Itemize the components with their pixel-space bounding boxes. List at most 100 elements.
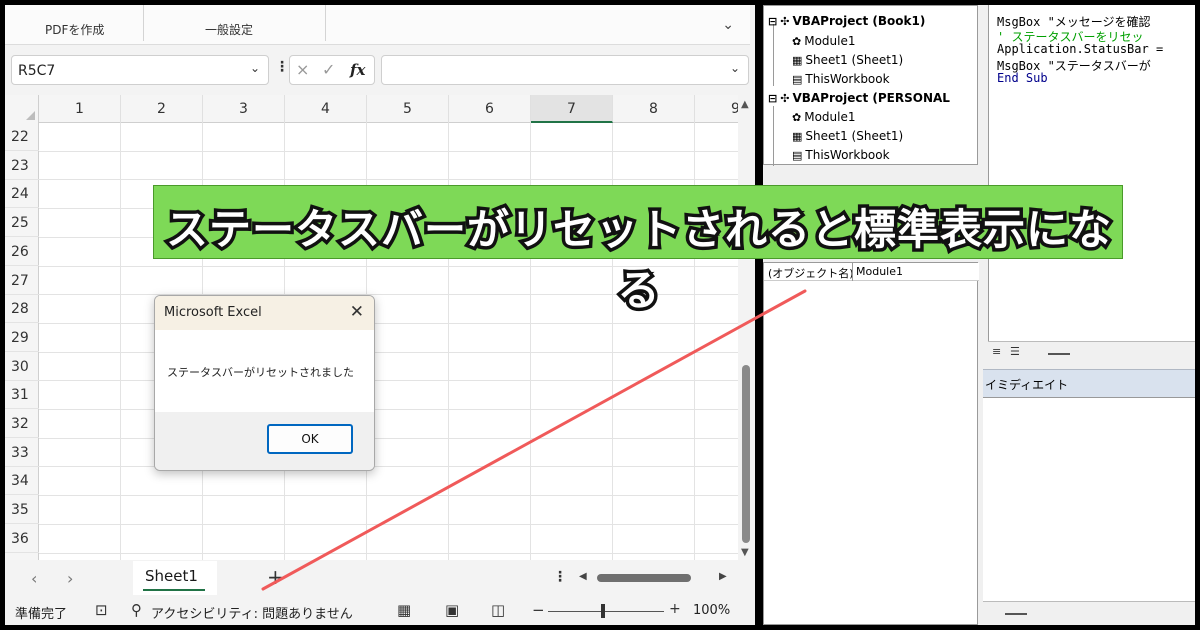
ribbon-separator: [143, 5, 144, 41]
row-header[interactable]: 27: [5, 267, 39, 295]
accessibility-icon[interactable]: ⚲: [131, 601, 142, 619]
column-header[interactable]: 5: [367, 95, 449, 123]
grid-line: [39, 409, 738, 410]
tree-connector: [773, 24, 774, 86]
scroll-thumb[interactable]: [597, 574, 691, 582]
row-header[interactable]: 23: [5, 152, 39, 180]
scroll-left-icon[interactable]: ◀: [579, 571, 587, 582]
ribbon-pdf-group-label[interactable]: PDFを作成: [45, 21, 104, 38]
scroll-thumb[interactable]: [1048, 353, 1070, 355]
ok-button[interactable]: OK: [267, 424, 353, 454]
zoom-out-button[interactable]: −: [532, 601, 545, 619]
annotation-banner-text: ステータスバーがリセットされると標準表示になる: [162, 202, 1114, 319]
module-icon: ✿: [792, 35, 802, 48]
ribbon-separator: [325, 5, 326, 41]
name-box-value: R5C7: [18, 63, 56, 79]
ribbon: PDFを作成 一般設定 ⌄: [5, 5, 750, 45]
chevron-right-icon[interactable]: ›: [67, 569, 73, 588]
grid-line: [39, 150, 738, 152]
name-box[interactable]: R5C7 ⌄: [11, 55, 269, 85]
tree-item-module1[interactable]: ✿ Module1: [792, 110, 856, 124]
zoom-level[interactable]: 100%: [693, 603, 730, 618]
column-header[interactable]: 1: [39, 95, 121, 123]
column-header[interactable]: 8: [613, 95, 695, 123]
zoom-in-button[interactable]: +: [669, 601, 681, 617]
collapse-icon[interactable]: ⊟: [768, 15, 777, 28]
sheet-icon: ▦: [792, 130, 803, 143]
row-header[interactable]: 26: [5, 238, 39, 266]
row-header[interactable]: 36: [5, 525, 39, 553]
tree-item-project-book1[interactable]: ⊟ ✣ VBAProject (Book1): [768, 14, 925, 28]
zoom-slider[interactable]: [548, 611, 664, 612]
code-line[interactable]: Application.StatusBar =: [997, 42, 1163, 56]
cancel-icon[interactable]: ×: [296, 60, 309, 79]
status-accessibility[interactable]: アクセシビリティ: 問題ありません: [151, 603, 353, 622]
chevron-down-icon[interactable]: ⌄: [250, 61, 260, 75]
row-header[interactable]: 30: [5, 353, 39, 381]
macro-record-icon[interactable]: ⊡: [95, 601, 108, 619]
column-header[interactable]: 9: [695, 95, 738, 123]
row-header[interactable]: 31: [5, 381, 39, 410]
grid-line: [39, 437, 738, 439]
chevron-down-icon[interactable]: ⌄: [722, 17, 734, 33]
collapse-icon[interactable]: ⊟: [768, 92, 777, 105]
sheet-tab-sheet1[interactable]: Sheet1: [133, 561, 217, 595]
scroll-thumb[interactable]: [1005, 613, 1027, 615]
module-icon: ✿: [792, 111, 802, 124]
grid-line: [39, 380, 738, 382]
grid-line: [39, 552, 738, 554]
row-header[interactable]: 37: [5, 554, 39, 561]
vertical-scrollbar[interactable]: ▲ ▼: [738, 95, 755, 560]
row-header[interactable]: 32: [5, 410, 39, 438]
column-header[interactable]: 4: [285, 95, 367, 123]
column-headers: 123456789: [5, 95, 738, 123]
chevron-down-icon[interactable]: ⌄: [730, 61, 740, 75]
column-header[interactable]: 3: [203, 95, 285, 123]
more-vertical-icon[interactable]: ⋮: [553, 569, 567, 585]
tree-item-sheet1[interactable]: ▦ Sheet1 (Sheet1): [792, 129, 903, 143]
row-header[interactable]: 24: [5, 180, 39, 209]
grid-line: [39, 322, 738, 324]
row-header[interactable]: 28: [5, 295, 39, 324]
row-header[interactable]: 33: [5, 439, 39, 467]
row-header[interactable]: 25: [5, 209, 39, 238]
column-header[interactable]: 6: [449, 95, 531, 123]
ribbon-general-group-label[interactable]: 一般設定: [205, 21, 253, 38]
grid-line: [39, 523, 738, 525]
scroll-down-icon[interactable]: ▼: [741, 547, 749, 558]
formula-buttons: × ✓ fx: [289, 55, 375, 85]
tree-item-thisworkbook[interactable]: ▤ ThisWorkbook: [792, 148, 890, 162]
full-module-view-icon[interactable]: ☰: [1010, 345, 1020, 358]
page-layout-icon[interactable]: ▣: [445, 601, 459, 619]
more-vertical-icon[interactable]: ⋮: [275, 59, 289, 75]
scroll-up-icon[interactable]: ▲: [741, 99, 749, 110]
select-all-corner[interactable]: [5, 95, 39, 123]
code-line[interactable]: End Sub: [997, 71, 1048, 85]
immediate-window[interactable]: [983, 397, 1195, 601]
row-header[interactable]: 35: [5, 496, 39, 525]
normal-view-icon[interactable]: ▦: [397, 601, 411, 619]
scroll-right-icon[interactable]: ▶: [719, 571, 727, 582]
column-header[interactable]: 7: [531, 95, 613, 123]
horizontal-scrollbar[interactable]: ◀ ▶: [579, 571, 731, 585]
add-sheet-button[interactable]: +: [267, 565, 284, 589]
formula-input[interactable]: ⌄: [381, 55, 749, 85]
status-bar: 準備完了 ⊡ ⚲ アクセシビリティ: 問題ありません ▦ ▣ ◫ − + 100…: [5, 599, 755, 625]
procedure-view-icon[interactable]: ≡: [992, 345, 1001, 358]
row-header[interactable]: 22: [5, 123, 39, 151]
row-header[interactable]: 29: [5, 324, 39, 352]
column-header[interactable]: 2: [121, 95, 203, 123]
chevron-left-icon[interactable]: ‹: [31, 569, 37, 588]
tree-item-module1[interactable]: ✿ Module1: [792, 34, 856, 48]
page-break-icon[interactable]: ◫: [491, 601, 505, 619]
tree-item-thisworkbook[interactable]: ▤ ThisWorkbook: [792, 72, 890, 86]
zoom-slider-thumb[interactable]: [601, 604, 605, 618]
check-icon[interactable]: ✓: [322, 60, 335, 79]
row-header[interactable]: 34: [5, 467, 39, 496]
scroll-thumb[interactable]: [742, 365, 750, 543]
tree-item-project-personal[interactable]: ⊟ ✣ VBAProject (PERSONAL: [768, 91, 950, 105]
tree-item-sheet1[interactable]: ▦ Sheet1 (Sheet1): [792, 53, 903, 67]
annotation-banner: ステータスバーがリセットされると標準表示になる: [153, 185, 1123, 319]
function-icon[interactable]: fx: [350, 61, 365, 79]
immediate-window-title: イミディエイト: [985, 378, 1069, 392]
